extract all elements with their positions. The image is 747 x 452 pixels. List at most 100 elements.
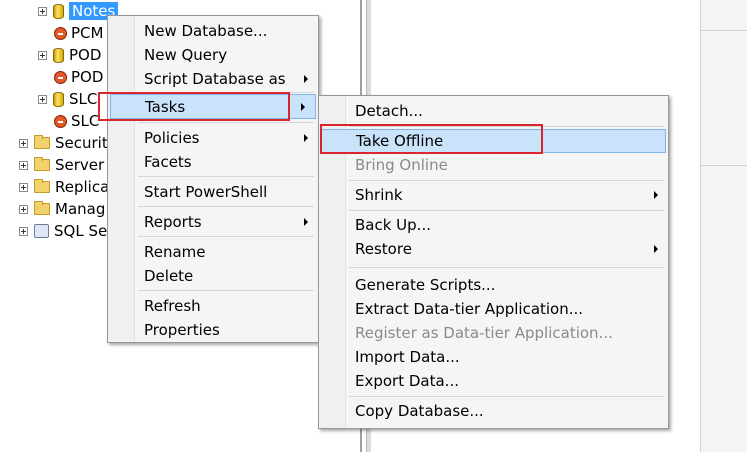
- expand-icon[interactable]: [38, 6, 47, 16]
- menu-item-copy-database[interactable]: Copy Database...: [319, 399, 668, 423]
- database-offline-icon: [54, 26, 67, 40]
- menu-item-rename[interactable]: Rename: [108, 240, 318, 264]
- menu-separator: [349, 210, 664, 211]
- database-icon: [53, 3, 64, 19]
- menu-item-delete[interactable]: Delete: [108, 264, 318, 288]
- tree-node-label: Securit: [55, 134, 108, 152]
- menu-separator: [138, 236, 314, 237]
- menu-item-label: Facets: [144, 153, 192, 171]
- tree-node-slc[interactable]: SLC: [38, 88, 97, 110]
- menu-item-reports[interactable]: Reports: [108, 210, 318, 234]
- menu-item-import-data[interactable]: Import Data...: [319, 345, 668, 369]
- submenu-arrow-icon: [304, 75, 308, 83]
- menu-item-label: Script Database as: [144, 70, 286, 88]
- menu-item-label: Detach...: [355, 102, 423, 120]
- menu-item-label: Shrink: [355, 186, 403, 204]
- menu-separator: [138, 122, 314, 123]
- menu-separator: [349, 396, 664, 397]
- submenu-arrow-icon: [654, 245, 658, 253]
- menu-item-label: Import Data...: [355, 348, 460, 366]
- expand-icon[interactable]: [19, 204, 28, 214]
- database-icon: [53, 47, 64, 63]
- menu-item-start-powershell[interactable]: Start PowerShell: [108, 180, 318, 204]
- submenu-arrow-icon: [304, 218, 308, 226]
- submenu-arrow-icon: [304, 134, 308, 142]
- expand-icon[interactable]: [19, 138, 28, 148]
- menu-separator: [349, 267, 664, 268]
- menu-separator: [138, 290, 314, 291]
- menu-separator: [138, 206, 314, 207]
- menu-separator: [349, 180, 664, 181]
- tree-node-label: POD: [69, 46, 102, 64]
- menu-item-policies[interactable]: Policies: [108, 126, 318, 150]
- tree-node-label: SQL Se: [54, 222, 108, 240]
- submenu-arrow-icon: [654, 191, 658, 199]
- menu-item-facets[interactable]: Facets: [108, 150, 318, 174]
- database-offline-icon: [54, 114, 67, 128]
- menu-item-label: Register as Data-tier Application...: [355, 324, 613, 342]
- menu-item-label: Bring Online: [355, 156, 448, 174]
- expand-icon[interactable]: [19, 160, 28, 170]
- menu-item-label: Back Up...: [355, 216, 431, 234]
- tree-node-management[interactable]: Manag: [19, 198, 105, 220]
- tree-node-label: POD: [71, 68, 104, 86]
- expand-icon[interactable]: [19, 226, 28, 236]
- database-offline-icon: [54, 70, 67, 84]
- tree-node-slc-offline[interactable]: SLC: [54, 110, 99, 132]
- database-icon: [53, 91, 64, 107]
- tree-node-sql-agent[interactable]: SQL Se: [19, 220, 107, 242]
- menu-item-refresh[interactable]: Refresh: [108, 294, 318, 318]
- menu-item-label: Refresh: [144, 297, 201, 315]
- tree-node-security[interactable]: Securit: [19, 132, 108, 154]
- tree-node-label: PCM: [71, 24, 104, 42]
- menu-item-shrink[interactable]: Shrink: [319, 183, 668, 207]
- tree-node-server-objects[interactable]: Server: [19, 154, 104, 176]
- menu-item-label: Export Data...: [355, 372, 459, 390]
- menu-item-restore[interactable]: Restore: [319, 237, 668, 261]
- menu-item-register-data-tier: Register as Data-tier Application...: [319, 321, 668, 345]
- menu-item-bring-online: Bring Online: [319, 153, 668, 177]
- menu-item-script-database-as[interactable]: Script Database as: [108, 67, 318, 91]
- tree-node-label: Server: [55, 156, 105, 174]
- menu-item-new-query[interactable]: New Query: [108, 43, 318, 67]
- menu-item-export-data[interactable]: Export Data...: [319, 369, 668, 393]
- divider: [701, 165, 747, 166]
- annotation-box-take-offline: [320, 124, 543, 154]
- menu-item-label: Rename: [144, 243, 206, 261]
- folder-icon: [34, 179, 50, 193]
- menu-separator: [138, 176, 314, 177]
- folder-icon: [34, 157, 50, 171]
- menu-item-label: Start PowerShell: [144, 183, 268, 201]
- menu-item-label: Copy Database...: [355, 402, 484, 420]
- tree-node-pod-offline[interactable]: POD: [54, 66, 103, 88]
- tree-node-pod[interactable]: POD: [38, 44, 101, 66]
- annotation-box-tasks: [98, 92, 290, 121]
- tree-node-replication[interactable]: Replica: [19, 176, 109, 198]
- expand-icon[interactable]: [19, 182, 28, 192]
- menu-item-label: Generate Scripts...: [355, 276, 496, 294]
- divider: [701, 30, 747, 31]
- tree-node-label: SLC: [71, 112, 100, 130]
- document-panel: [700, 0, 747, 452]
- menu-item-generate-scripts[interactable]: Generate Scripts...: [319, 273, 668, 297]
- sql-agent-icon: [34, 224, 49, 238]
- menu-item-detach[interactable]: Detach...: [319, 99, 668, 123]
- expand-icon[interactable]: [38, 94, 47, 104]
- menu-item-back-up[interactable]: Back Up...: [319, 213, 668, 237]
- menu-item-label: Extract Data-tier Application...: [355, 300, 584, 318]
- menu-item-extract-data-tier[interactable]: Extract Data-tier Application...: [319, 297, 668, 321]
- tree-node-label: SLC: [69, 90, 98, 108]
- menu-item-label: Reports: [144, 213, 202, 231]
- menu-item-new-database[interactable]: New Database...: [108, 19, 318, 43]
- menu-item-label: Restore: [355, 240, 412, 258]
- menu-item-label: Delete: [144, 267, 194, 285]
- tree-node-label: Manag: [55, 200, 106, 218]
- folder-icon: [34, 201, 50, 215]
- menu-item-label: New Query: [144, 46, 228, 64]
- expand-icon[interactable]: [38, 50, 47, 60]
- tree-node-pcm[interactable]: PCM: [54, 22, 103, 44]
- submenu-arrow-icon: [301, 103, 305, 111]
- folder-icon: [34, 135, 50, 149]
- menu-item-properties[interactable]: Properties: [108, 318, 318, 342]
- menu-item-label: Policies: [144, 129, 200, 147]
